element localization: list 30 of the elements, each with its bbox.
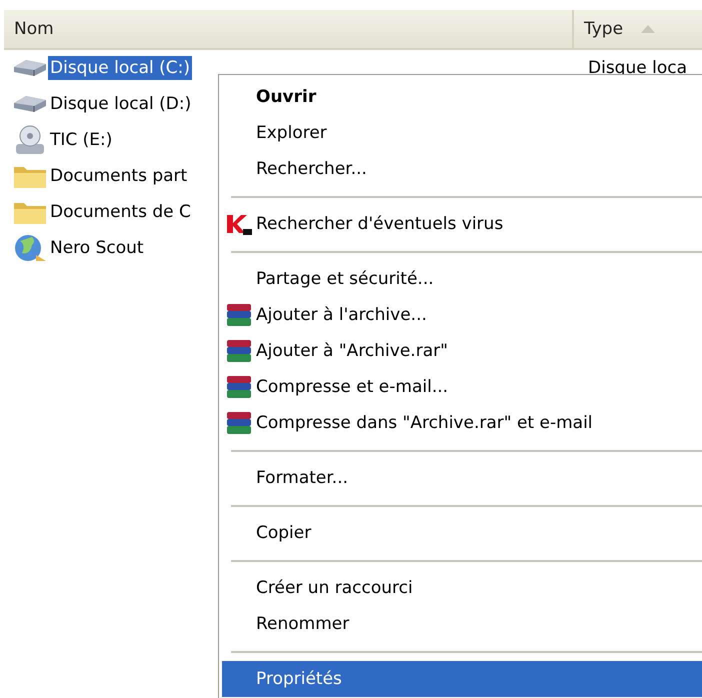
menu-item[interactable]: Partage et sécurité... (222, 261, 702, 297)
books-icon (225, 338, 253, 364)
menu-item[interactable]: Explorer (222, 115, 702, 151)
menu-item[interactable]: Renommer (222, 606, 702, 642)
file-name[interactable]: Documents part (48, 164, 190, 188)
menu-item[interactable]: Ajouter à l'archive... (222, 297, 702, 333)
menu-item[interactable]: Ouvrir (222, 79, 702, 115)
menu-item[interactable]: Compresse et e-mail... (222, 369, 702, 405)
menu-item[interactable]: Compresse dans "Archive.rar" et e-mail (222, 405, 702, 441)
hard-drive-icon (12, 94, 48, 114)
file-type: Disque loca (587, 58, 687, 78)
file-name[interactable]: TIC (E:) (48, 128, 114, 152)
books-icon (225, 410, 253, 436)
menu-item[interactable]: Rechercher... (222, 151, 702, 187)
books-icon (225, 302, 253, 328)
file-name[interactable]: Disque local (D:) (48, 92, 194, 116)
globe-icon (12, 233, 48, 263)
menu-item[interactable]: Ajouter à "Archive.rar" (222, 333, 702, 369)
column-header[interactable]: Nom (4, 10, 574, 48)
menu-item[interactable]: Rechercher d'éventuels virus (222, 206, 702, 242)
hard-drive-icon (12, 58, 48, 78)
file-name[interactable]: Disque local (C:) (48, 56, 192, 80)
books-icon (225, 374, 253, 400)
menu-item[interactable]: Créer un raccourci (222, 570, 702, 606)
file-name[interactable]: Nero Scout (48, 236, 146, 260)
menu-item[interactable]: Propriétés (222, 661, 702, 697)
menu-item[interactable]: Formater... (222, 460, 702, 496)
menu-item[interactable]: Copier (222, 515, 702, 551)
column-header[interactable]: Type (574, 10, 702, 48)
file-name[interactable]: Documents de C (48, 200, 193, 224)
